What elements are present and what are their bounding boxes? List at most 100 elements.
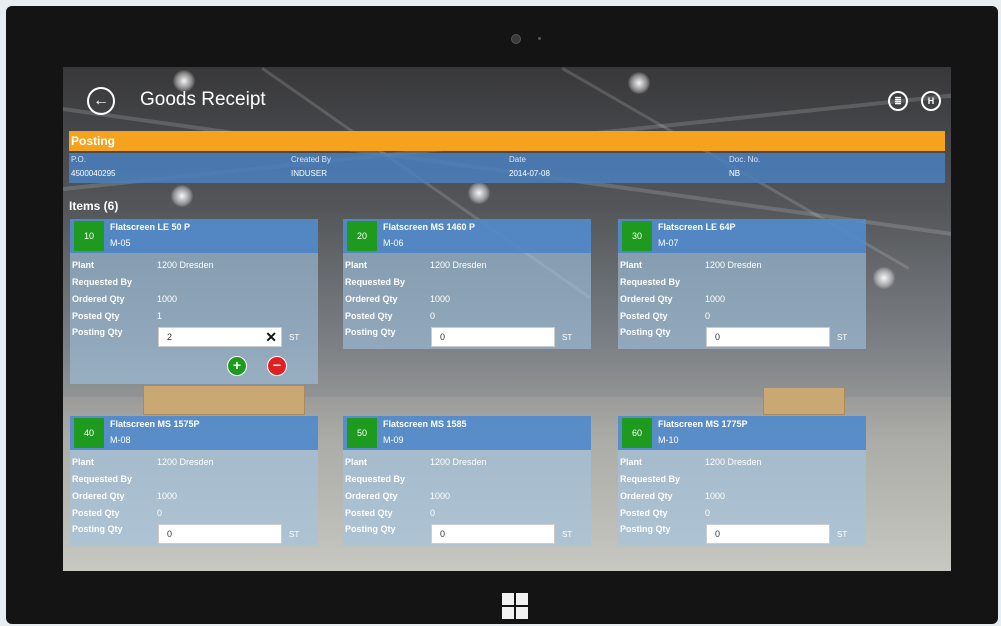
posted-qty-row: Posted Qty 0 — [618, 308, 866, 325]
plant-value: 1200 Dresden — [430, 457, 487, 467]
windows-logo-icon[interactable] — [502, 593, 528, 619]
material-code: M-06 — [383, 238, 404, 248]
plant-row: Plant 1200 Dresden — [618, 454, 866, 471]
posting-qty-input[interactable]: 0 — [706, 327, 830, 347]
posting-info-row: P.O. 4500040295 Created By INDUSER Date … — [69, 153, 945, 183]
material-name: Flatscreen MS 1575P — [110, 419, 200, 429]
posting-qty-row: Posting Qty 0 ST — [618, 522, 866, 548]
posting-qty-row: Posting Qty 2 ✕ ST — [70, 325, 318, 351]
requested-by-label: Requested By — [345, 277, 406, 287]
date-value: 2014-07-08 — [509, 169, 550, 178]
ordered-qty-value: 1000 — [430, 491, 451, 501]
item-card-header[interactable]: 20 Flatscreen MS 1460 P M-06 — [343, 219, 591, 253]
item-card-header[interactable]: 40 Flatscreen MS 1575P M-08 — [70, 416, 318, 450]
add-icon[interactable]: + — [227, 356, 247, 376]
material-name: Flatscreen MS 1775P — [658, 419, 748, 429]
plant-label: Plant — [620, 260, 643, 270]
posting-qty-value: 0 — [167, 529, 173, 539]
items-heading: Items (6) — [69, 199, 119, 213]
item-position-badge: 10 — [74, 221, 104, 251]
requested-by-row: Requested By — [343, 274, 591, 291]
posted-qty-label: Posted Qty — [345, 508, 393, 518]
plant-label: Plant — [72, 260, 95, 270]
clear-icon[interactable]: ✕ — [265, 328, 277, 346]
item-card-header[interactable]: 10 Flatscreen LE 50 P M-05 — [70, 219, 318, 253]
posted-qty-value: 1 — [157, 311, 163, 321]
back-arrow-icon[interactable]: ← — [87, 87, 115, 115]
posting-qty-input[interactable]: 0 — [431, 524, 555, 544]
posting-qty-label: Posting Qty — [72, 524, 123, 534]
requested-by-label: Requested By — [345, 474, 406, 484]
ordered-qty-label: Ordered Qty — [620, 294, 673, 304]
posting-qty-label: Posting Qty — [345, 524, 396, 534]
requested-by-row: Requested By — [618, 274, 866, 291]
date-label: Date — [509, 155, 526, 164]
save-icon[interactable]: H — [921, 91, 941, 111]
posted-qty-label: Posted Qty — [72, 508, 120, 518]
item-position-badge: 60 — [622, 418, 652, 448]
date-field: Date 2014-07-08 — [509, 153, 550, 178]
posting-qty-input[interactable]: 0 — [431, 327, 555, 347]
item-card: 50 Flatscreen MS 1585 M-09 Plant 1200 Dre… — [343, 416, 591, 546]
item-card-header[interactable]: 50 Flatscreen MS 1585 M-09 — [343, 416, 591, 450]
posting-qty-input[interactable]: 0 — [158, 524, 282, 544]
posting-qty-label: Posting Qty — [345, 327, 396, 337]
posted-qty-value: 0 — [705, 311, 711, 321]
material-code: M-09 — [383, 435, 404, 445]
requested-by-row: Requested By — [618, 471, 866, 488]
plant-label: Plant — [620, 457, 643, 467]
plant-label: Plant — [72, 457, 95, 467]
posting-qty-value: 0 — [715, 529, 721, 539]
posted-qty-value: 0 — [430, 508, 436, 518]
pallet-stack — [763, 387, 845, 415]
item-card-header[interactable]: 60 Flatscreen MS 1775P M-10 — [618, 416, 866, 450]
posted-qty-value: 0 — [157, 508, 163, 518]
ordered-qty-row: Ordered Qty 1000 — [618, 291, 866, 308]
item-card-header[interactable]: 30 Flatscreen LE 64P M-07 — [618, 219, 866, 253]
ordered-qty-label: Ordered Qty — [72, 491, 125, 501]
material-code: M-05 — [110, 238, 131, 248]
unit-label: ST — [562, 530, 573, 539]
ordered-qty-row: Ordered Qty 1000 — [618, 488, 866, 505]
ordered-qty-row: Ordered Qty 1000 — [343, 291, 591, 308]
posting-qty-label: Posting Qty — [72, 327, 123, 337]
item-position-badge: 50 — [347, 418, 377, 448]
posting-qty-value: 0 — [440, 332, 446, 342]
requested-by-label: Requested By — [72, 474, 133, 484]
unit-label: ST — [289, 333, 300, 342]
posted-qty-value: 0 — [430, 311, 436, 321]
plant-row: Plant 1200 Dresden — [70, 454, 318, 471]
plant-value: 1200 Dresden — [430, 260, 487, 270]
created-by-field: Created By INDUSER — [291, 153, 331, 178]
plant-value: 1200 Dresden — [705, 457, 762, 467]
plant-row: Plant 1200 Dresden — [618, 257, 866, 274]
ordered-qty-value: 1000 — [705, 294, 726, 304]
plant-label: Plant — [345, 457, 368, 467]
doc-no-field: Doc. No. NB — [729, 153, 760, 178]
posted-qty-row: Posted Qty 0 — [618, 505, 866, 522]
list-icon[interactable]: ≣ — [888, 91, 908, 111]
material-name: Flatscreen LE 64P — [658, 222, 736, 232]
plant-label: Plant — [345, 260, 368, 270]
remove-icon[interactable]: − — [267, 356, 287, 376]
unit-label: ST — [562, 333, 573, 342]
unit-label: ST — [289, 530, 300, 539]
ordered-qty-value: 1000 — [430, 294, 451, 304]
item-card: 60 Flatscreen MS 1775P M-10 Plant 1200 Dr… — [618, 416, 866, 546]
posting-section-title: Posting — [69, 131, 945, 151]
posting-qty-value: 0 — [440, 529, 446, 539]
posting-qty-value: 0 — [715, 332, 721, 342]
posted-qty-row: Posted Qty 0 — [343, 505, 591, 522]
posting-qty-value: 2 — [167, 332, 173, 342]
posting-qty-row: Posting Qty 0 ST — [70, 522, 318, 548]
posting-qty-input[interactable]: 0 — [706, 524, 830, 544]
requested-by-row: Requested By — [343, 471, 591, 488]
posting-qty-input[interactable]: 2 ✕ — [158, 327, 282, 347]
ordered-qty-label: Ordered Qty — [620, 491, 673, 501]
item-position-badge: 20 — [347, 221, 377, 251]
posting-qty-label: Posting Qty — [620, 327, 671, 337]
posted-qty-row: Posted Qty 0 — [70, 505, 318, 522]
ceiling-light — [468, 182, 490, 204]
pallet-stack — [143, 385, 305, 415]
posted-qty-value: 0 — [705, 508, 711, 518]
